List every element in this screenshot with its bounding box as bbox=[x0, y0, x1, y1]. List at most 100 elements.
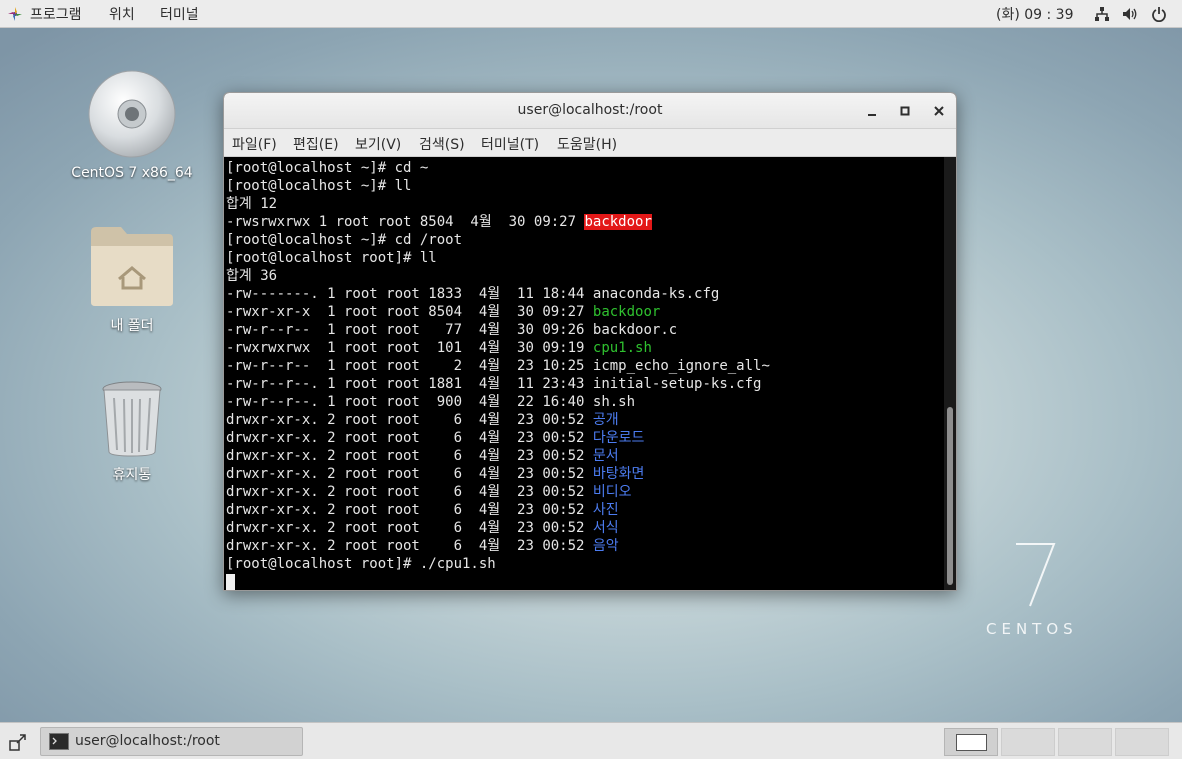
terminal-line: -rwxrwxrwx 1 root root 101 4월 30 09:19 c… bbox=[226, 339, 944, 357]
terminal-line: -rw-------. 1 root root 1833 4월 11 18:44… bbox=[226, 285, 944, 303]
apps-menu-icon[interactable] bbox=[8, 7, 22, 21]
terminal-line: -rw-r--r--. 1 root root 900 4월 22 16:40 … bbox=[226, 393, 944, 411]
terminal-line: -rwxr-xr-x 1 root root 8504 4월 30 09:27 … bbox=[226, 303, 944, 321]
terminal-text: drwxr-xr-x. 2 root root 6 4월 23 00:52 bbox=[226, 448, 593, 464]
terminal-text: -rw-r--r--. 1 root root 1881 4월 11 23:43… bbox=[226, 376, 762, 392]
terminal-text: [root@localhost root]# ./cpu1.sh bbox=[226, 556, 496, 572]
terminal-text: -rwxrwxrwx 1 root root 101 4월 30 09:19 bbox=[226, 340, 593, 356]
menu-view[interactable]: 보기(V) bbox=[355, 134, 401, 154]
terminal-text: 사진 bbox=[592, 502, 619, 518]
terminal-text: [root@localhost root]# ll bbox=[226, 250, 437, 266]
maximize-icon[interactable] bbox=[897, 103, 913, 119]
trash-icon bbox=[102, 381, 162, 457]
terminal-line: drwxr-xr-x. 2 root root 6 4월 23 00:52 음악 bbox=[226, 537, 944, 555]
terminal-text: 음악 bbox=[592, 538, 619, 554]
menu-search[interactable]: 검색(S) bbox=[419, 134, 465, 154]
terminal-line: [root@localhost root]# ./cpu1.sh bbox=[226, 555, 944, 573]
terminal-text: 공개 bbox=[592, 412, 619, 428]
menu-terminal[interactable]: 터미널(T) bbox=[481, 134, 539, 154]
terminal-line: 합계 36 bbox=[226, 267, 944, 285]
terminal-scrollbar[interactable] bbox=[944, 157, 956, 590]
desktop-icon-trash[interactable]: 휴지통 bbox=[62, 380, 202, 485]
taskbar-window-terminal[interactable]: user@localhost:/root bbox=[40, 727, 303, 756]
terminal-text: -rw-------. 1 root root 1833 4월 11 18:44… bbox=[226, 286, 720, 302]
close-icon[interactable] bbox=[931, 103, 947, 119]
terminal-line: -rw-r--r--. 1 root root 1881 4월 11 23:43… bbox=[226, 375, 944, 393]
terminal-line: [root@localhost ~]# cd ~ bbox=[226, 159, 944, 177]
terminal-line: drwxr-xr-x. 2 root root 6 4월 23 00:52 사진 bbox=[226, 501, 944, 519]
desktop-icon-label: CentOS 7 x86_64 bbox=[71, 165, 193, 181]
show-desktop-icon[interactable] bbox=[9, 733, 27, 751]
terminal-text: drwxr-xr-x. 2 root root 6 4월 23 00:52 bbox=[226, 412, 593, 428]
desktop-icon-centos-disc[interactable]: CentOS 7 x86_64 bbox=[62, 70, 202, 185]
desktop-icon-label: 내 폴더 bbox=[110, 318, 154, 334]
terminal-line: drwxr-xr-x. 2 root root 6 4월 23 00:52 공개 bbox=[226, 411, 944, 429]
terminal-line: [root@localhost ~]# cd /root bbox=[226, 231, 944, 249]
network-icon[interactable] bbox=[1094, 6, 1110, 22]
terminal-text: -rwxr-xr-x 1 root root 8504 4월 30 09:27 bbox=[226, 304, 593, 320]
window-title: user@localhost:/root bbox=[517, 102, 663, 118]
terminal-text: [root@localhost ~]# cd /root bbox=[226, 232, 463, 248]
workspace-2[interactable] bbox=[1001, 728, 1055, 756]
disc-icon bbox=[88, 70, 176, 158]
terminal-line: -rwsrwxrwx 1 root root 8504 4월 30 09:27 … bbox=[226, 213, 944, 231]
terminal-text: -rwsrwxrwx 1 root root 8504 4월 30 09:27 bbox=[226, 214, 585, 230]
terminal-icon bbox=[49, 733, 69, 750]
terminal-text: 비디오 bbox=[592, 484, 632, 500]
terminal-line: drwxr-xr-x. 2 root root 6 4월 23 00:52 비디… bbox=[226, 483, 944, 501]
terminal-text: 바탕화면 bbox=[592, 466, 645, 482]
menu-places[interactable]: 위치 bbox=[109, 4, 135, 24]
terminal-text: -rw-r--r--. 1 root root 900 4월 22 16:40 … bbox=[226, 394, 636, 410]
minimize-icon[interactable] bbox=[864, 103, 880, 119]
terminal-text: -rw-r--r-- 1 root root 2 4월 23 10:25 icm… bbox=[226, 358, 770, 374]
top-panel: 프로그램 위치 터미널 (화) 09 : 39 bbox=[0, 0, 1182, 28]
terminal-text: [root@localhost ~]# ll bbox=[226, 178, 412, 194]
centos-wordmark: CENTOS bbox=[986, 620, 1078, 638]
highlighted-filename: backdoor bbox=[584, 214, 652, 230]
terminal-text: -rw-r--r-- 1 root root 77 4월 30 09:26 ba… bbox=[226, 322, 678, 338]
scrollbar-thumb[interactable] bbox=[947, 407, 953, 585]
menu-programs[interactable]: 프로그램 bbox=[30, 4, 82, 24]
menu-terminal[interactable]: 터미널 bbox=[160, 4, 199, 24]
desktop-icon-label: 휴지통 bbox=[112, 467, 152, 483]
workspace-1[interactable] bbox=[944, 728, 998, 756]
terminal-output[interactable]: [root@localhost ~]# cd ~ [root@localhost … bbox=[224, 157, 944, 590]
terminal-line: -rw-r--r-- 1 root root 2 4월 23 10:25 icm… bbox=[226, 357, 944, 375]
clock[interactable]: (화) 09 : 39 bbox=[996, 4, 1074, 24]
terminal-text: drwxr-xr-x. 2 root root 6 4월 23 00:52 bbox=[226, 520, 593, 536]
terminal-window: user@localhost:/root 파일(F) 편집(E) 보기(V) 검… bbox=[223, 92, 957, 591]
desktop-icon-home-folder[interactable]: 내 폴더 bbox=[62, 224, 202, 336]
bottom-panel: user@localhost:/root bbox=[0, 722, 1182, 759]
terminal-text: drwxr-xr-x. 2 root root 6 4월 23 00:52 bbox=[226, 502, 593, 518]
terminal-line: 합계 12 bbox=[226, 195, 944, 213]
menu-edit[interactable]: 편집(E) bbox=[293, 134, 339, 154]
terminal-line: -rw-r--r-- 1 root root 77 4월 30 09:26 ba… bbox=[226, 321, 944, 339]
window-titlebar[interactable]: user@localhost:/root bbox=[224, 93, 956, 129]
power-icon[interactable] bbox=[1151, 6, 1167, 22]
terminal-line: drwxr-xr-x. 2 root root 6 4월 23 00:52 서식 bbox=[226, 519, 944, 537]
terminal-line: drwxr-xr-x. 2 root root 6 4월 23 00:52 바탕… bbox=[226, 465, 944, 483]
terminal-line: drwxr-xr-x. 2 root root 6 4월 23 00:52 문서 bbox=[226, 447, 944, 465]
terminal-line: [root@localhost ~]# ll bbox=[226, 177, 944, 195]
terminal-line: [root@localhost root]# ll bbox=[226, 249, 944, 267]
terminal-text: 다운로드 bbox=[592, 430, 645, 446]
terminal-line: drwxr-xr-x. 2 root root 6 4월 23 00:52 다운… bbox=[226, 429, 944, 447]
home-folder-icon bbox=[91, 227, 173, 306]
centos-seven-logo bbox=[1016, 543, 1056, 607]
taskbar-window-label: user@localhost:/root bbox=[75, 733, 220, 749]
workspace-3[interactable] bbox=[1058, 728, 1112, 756]
terminal-text: 합계 12 bbox=[226, 196, 278, 212]
terminal-text: drwxr-xr-x. 2 root root 6 4월 23 00:52 bbox=[226, 538, 593, 554]
terminal-cursor bbox=[226, 574, 235, 590]
terminal-text: [root@localhost ~]# cd ~ bbox=[226, 160, 429, 176]
terminal-text: backdoor bbox=[592, 304, 661, 320]
workspace-4[interactable] bbox=[1115, 728, 1169, 756]
volume-icon[interactable] bbox=[1122, 6, 1138, 22]
terminal-cursor-line bbox=[226, 573, 944, 590]
menu-file[interactable]: 파일(F) bbox=[232, 134, 277, 154]
terminal-menubar: 파일(F) 편집(E) 보기(V) 검색(S) 터미널(T) 도움말(H) bbox=[224, 129, 956, 157]
terminal-text: 서식 bbox=[592, 520, 619, 536]
menu-help[interactable]: 도움말(H) bbox=[557, 134, 617, 154]
terminal-text: cpu1.sh bbox=[592, 340, 652, 356]
workspace-window-preview bbox=[956, 734, 987, 751]
